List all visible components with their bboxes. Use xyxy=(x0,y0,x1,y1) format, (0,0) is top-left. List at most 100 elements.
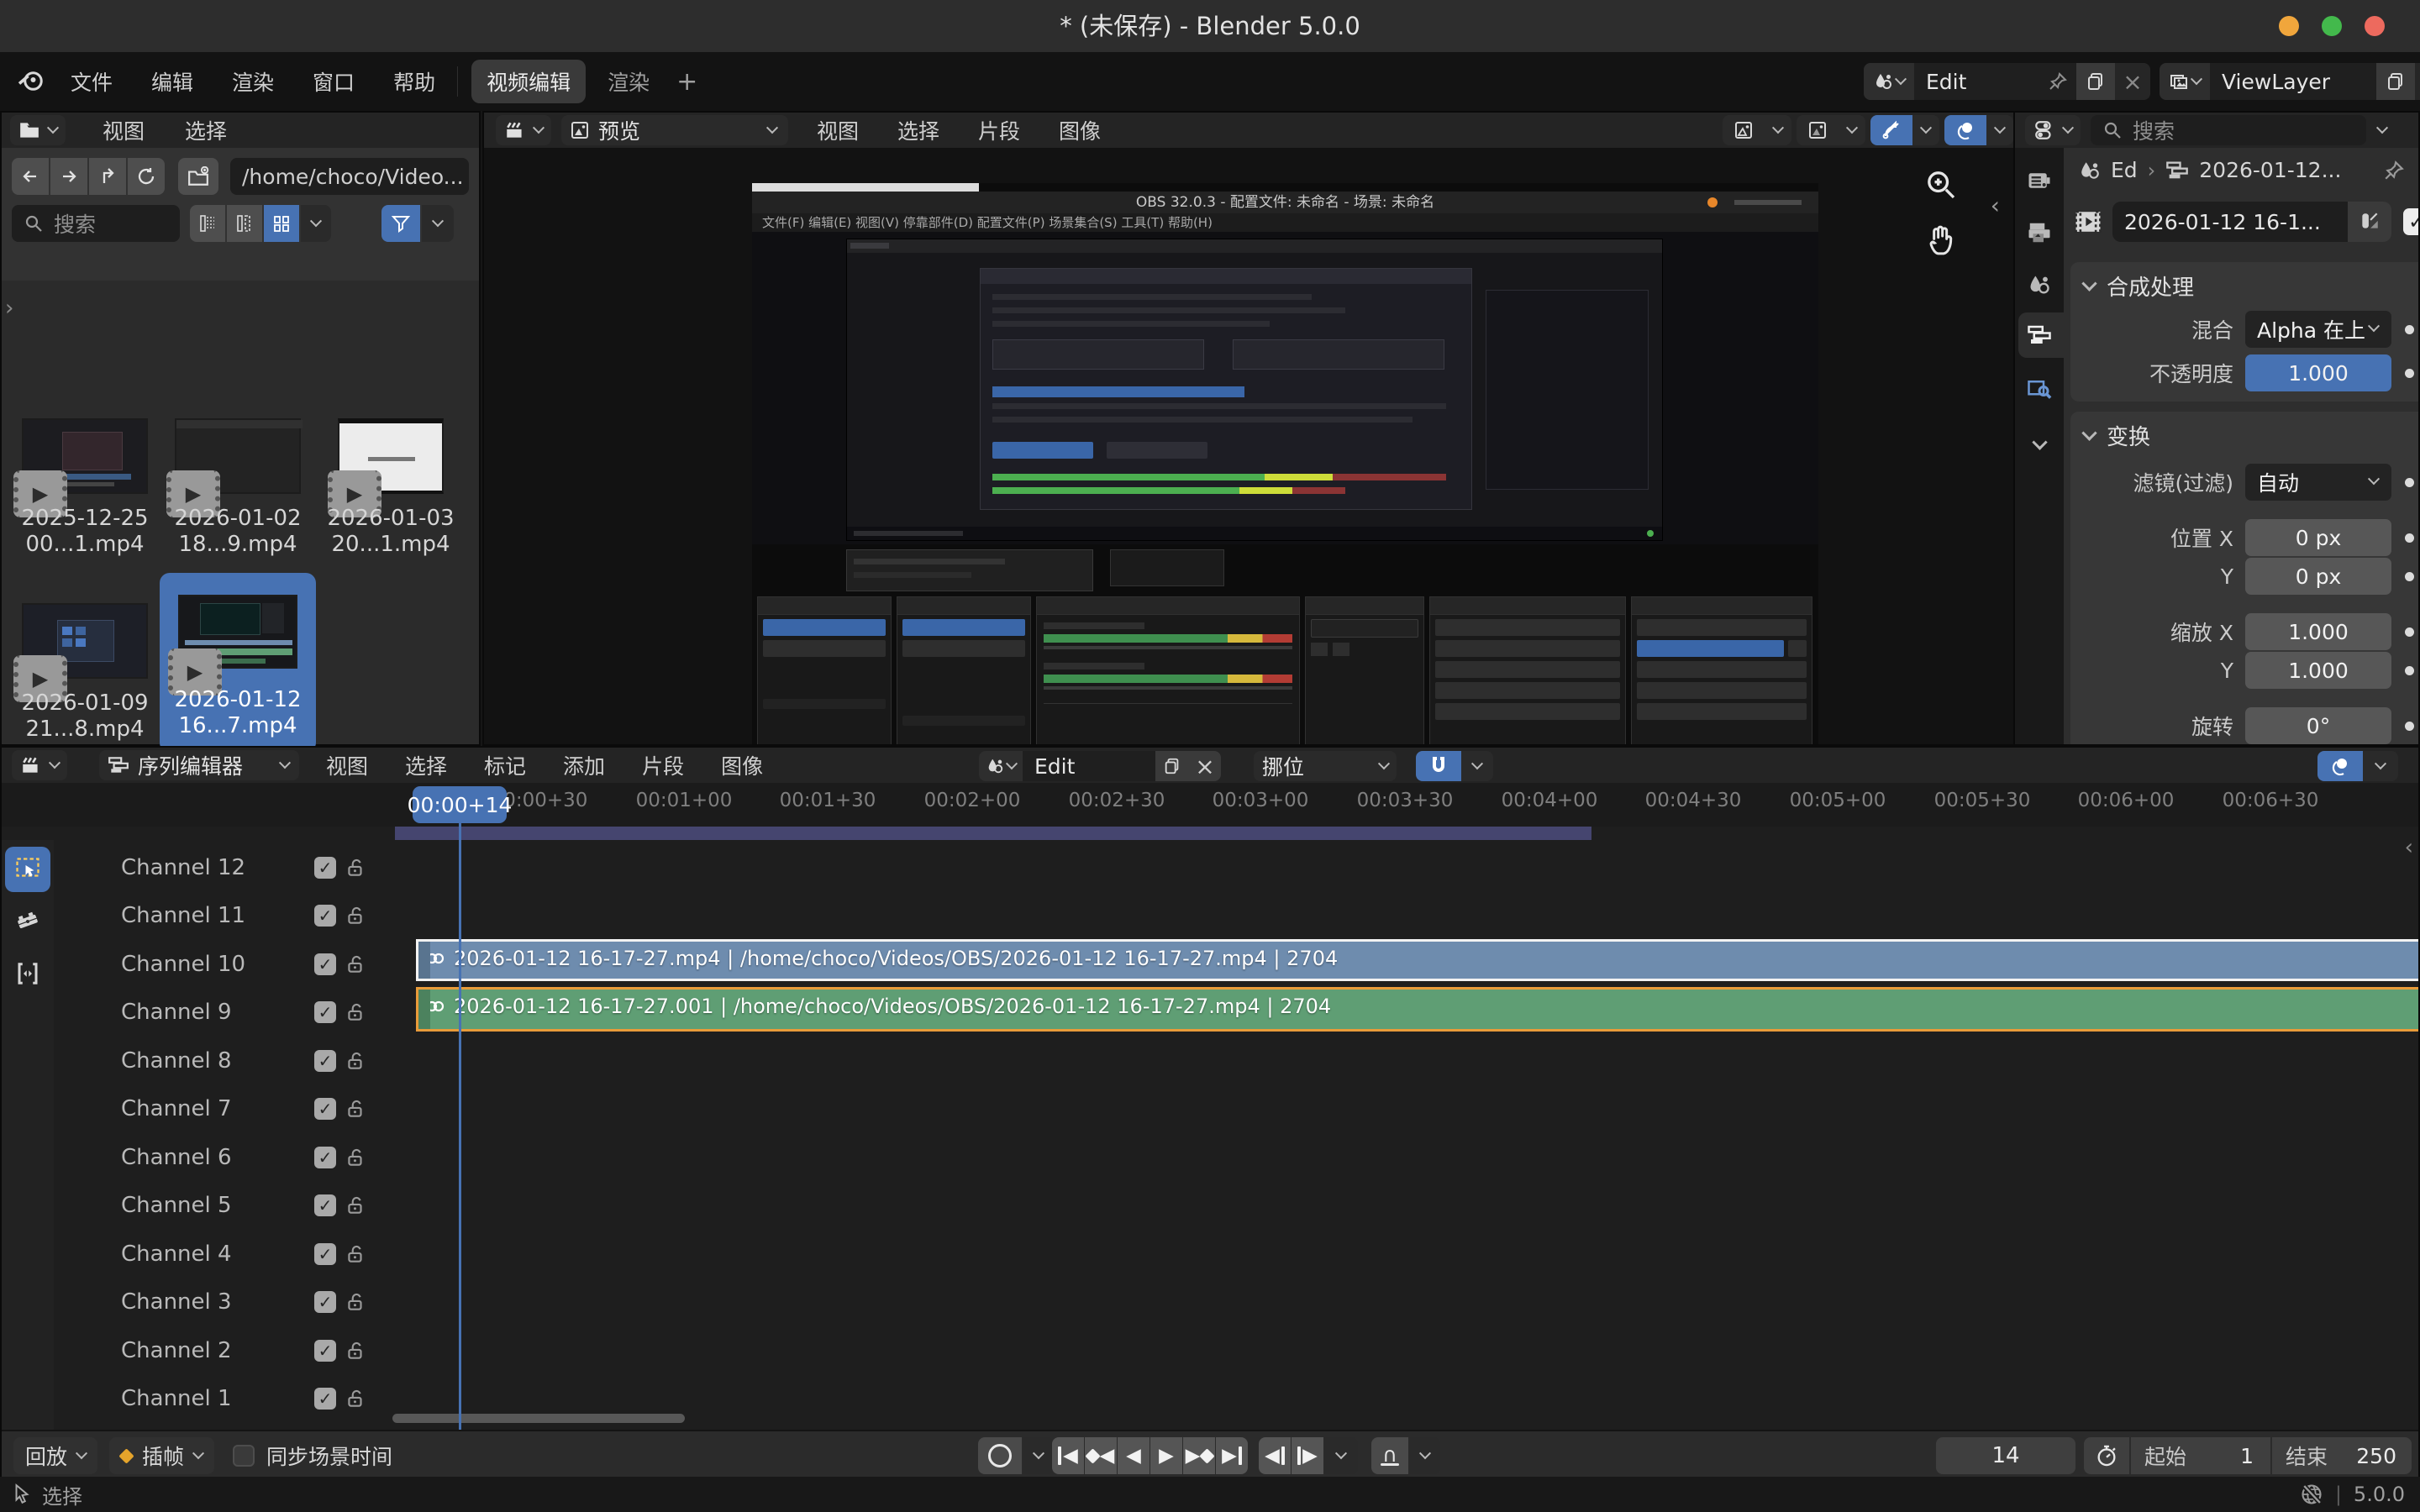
playback-popover[interactable]: 回放 xyxy=(13,1437,97,1474)
channel-row[interactable]: Channel 6✓ xyxy=(54,1133,390,1182)
channel-visibility-checkbox[interactable]: ✓ xyxy=(314,1147,336,1168)
sequencer-view-dropdown[interactable]: 序列编辑器 xyxy=(99,750,299,780)
unlock-icon[interactable] xyxy=(345,1291,366,1313)
panel-collapse-chevron[interactable] xyxy=(2081,425,2096,440)
channel-row[interactable]: Channel 1✓ xyxy=(54,1375,390,1424)
unlock-icon[interactable] xyxy=(345,1098,366,1120)
animate-dot[interactable] xyxy=(2405,478,2414,487)
maximize-button[interactable] xyxy=(2322,16,2342,36)
panel-title[interactable]: 变换 xyxy=(2107,420,2150,451)
stopwatch-icon[interactable] xyxy=(2084,1437,2129,1474)
minimize-button[interactable] xyxy=(2279,16,2299,36)
channel-row[interactable]: Channel 2✓ xyxy=(54,1326,390,1375)
display-thumbnails-button[interactable] xyxy=(264,205,299,242)
overlap-mode-dropdown[interactable]: 挪位 xyxy=(1254,751,1397,781)
animate-dot[interactable] xyxy=(2405,666,2414,675)
snap-dropdown[interactable] xyxy=(1461,751,1493,781)
unlock-icon[interactable] xyxy=(345,953,366,975)
animate-dot[interactable] xyxy=(2405,533,2414,543)
scene-name[interactable]: Edit xyxy=(1914,63,2076,100)
keying-popover[interactable]: 插帧 xyxy=(109,1437,214,1474)
tool-retime[interactable] xyxy=(5,951,50,996)
snap-magnet-icon[interactable] xyxy=(1416,751,1461,781)
file-item[interactable]: ▶ 2025-12-25 00...1.mp4 xyxy=(13,398,156,583)
current-frame-field[interactable]: 14 xyxy=(1936,1437,2075,1474)
blender-logo-icon[interactable] xyxy=(17,67,47,96)
path-field[interactable]: /home/choco/Video... xyxy=(230,158,469,195)
unlock-icon[interactable] xyxy=(345,905,366,927)
forward-button[interactable] xyxy=(50,158,87,195)
channel-row[interactable]: Channel 11✓ xyxy=(54,892,390,941)
play-reverse-button[interactable]: ◀ xyxy=(1118,1437,1150,1474)
seq-menu-strip[interactable]: 片段 xyxy=(634,745,692,785)
new-scene-button[interactable] xyxy=(1155,751,1189,781)
tool-select-box[interactable] xyxy=(5,847,50,892)
editor-type-sequencer-button[interactable] xyxy=(496,115,551,145)
unlock-icon[interactable] xyxy=(345,1194,366,1216)
fb-menu-select[interactable]: 选择 xyxy=(176,110,235,150)
channel-row[interactable]: Channel 10✓ xyxy=(54,940,390,989)
workspace-tab-video-editing[interactable]: 视频编辑 xyxy=(471,60,586,103)
unlink-button[interactable]: × xyxy=(1189,751,1221,781)
tab-render[interactable] xyxy=(2020,161,2059,200)
animate-dot[interactable] xyxy=(2405,627,2414,637)
frame-start-field[interactable]: 起始 1 xyxy=(2131,1437,2270,1474)
channel-row[interactable]: Channel 9✓ xyxy=(54,989,390,1037)
back-button[interactable] xyxy=(12,158,49,195)
overlays-dropdown[interactable] xyxy=(1944,115,2013,145)
channel-row[interactable]: Channel 4✓ xyxy=(54,1230,390,1278)
seq-menu-select[interactable]: 选择 xyxy=(397,745,455,785)
filter-dropdown[interactable]: 自动 xyxy=(2245,464,2391,501)
region-expand-arrow[interactable]: › xyxy=(5,296,13,321)
channel-row[interactable]: Channel 12✓ xyxy=(54,843,390,892)
opacity-slider[interactable]: 1.000 xyxy=(2245,354,2391,391)
prev-keyframe-button[interactable]: ◀ xyxy=(1085,1437,1117,1474)
panel-title[interactable]: 合成处理 xyxy=(2107,270,2194,302)
display-vertical-list-button[interactable] xyxy=(190,205,225,242)
fake-user-button[interactable] xyxy=(2348,202,2391,242)
new-folder-button[interactable] xyxy=(178,158,218,195)
timeline-area[interactable]: 00:00+30 00:01+00 00:01+30 00:02+00 00:0… xyxy=(2,783,2418,1430)
channel-visibility-checkbox[interactable]: ✓ xyxy=(314,1291,336,1313)
filter-dropdown[interactable] xyxy=(422,205,454,242)
sync-checkbox[interactable] xyxy=(233,1445,255,1467)
channel-visibility-checkbox[interactable]: ✓ xyxy=(314,1001,336,1023)
gizmos-dropdown[interactable] xyxy=(1870,115,1939,145)
channel-visibility-checkbox[interactable]: ✓ xyxy=(314,953,336,975)
panel-grip[interactable]: ···· xyxy=(2417,426,2418,446)
new-viewlayer-button[interactable] xyxy=(2376,63,2415,100)
file-item[interactable]: ▶ 2026-01-09 21...8.mp4 xyxy=(13,583,156,768)
video-strip[interactable]: 2026-01-12 16-17-27.mp4 | /home/choco/Vi… xyxy=(416,939,2418,981)
new-scene-button[interactable] xyxy=(2076,63,2115,100)
viewlayer-icon[interactable] xyxy=(2160,63,2210,100)
editor-type-sequencer-button[interactable] xyxy=(12,750,67,780)
pos-y-field[interactable]: 0 px xyxy=(2245,558,2391,595)
overlay-dropdown[interactable] xyxy=(2363,751,2398,781)
channel-visibility-checkbox[interactable]: ✓ xyxy=(314,1243,336,1265)
blend-mode-dropdown[interactable]: Alpha 在上 xyxy=(2245,311,2391,348)
channel-visibility-checkbox[interactable]: ✓ xyxy=(314,1050,336,1072)
region-collapse-arrow[interactable]: ‹ xyxy=(2405,835,2413,860)
menu-edit[interactable]: 编辑 xyxy=(143,61,202,102)
channel-visibility-checkbox[interactable]: ✓ xyxy=(314,1388,336,1410)
display-horizontal-list-button[interactable] xyxy=(227,205,262,242)
seq-menu-marker[interactable]: 标记 xyxy=(476,745,534,785)
seq-scene-name[interactable]: Edit xyxy=(1023,751,1155,781)
step-forward-button[interactable]: ▶ xyxy=(1292,1437,1323,1474)
panel-grip[interactable]: ···· xyxy=(2417,276,2418,297)
next-keyframe-button[interactable]: ▶ xyxy=(1183,1437,1215,1474)
play-button[interactable]: ▶ xyxy=(1150,1437,1182,1474)
jump-to-start-button[interactable]: ◀ xyxy=(1052,1437,1084,1474)
tab-strip[interactable] xyxy=(2020,316,2059,354)
channel-visibility-checkbox[interactable]: ✓ xyxy=(314,857,336,879)
record-dropdown[interactable] xyxy=(1023,1437,1054,1474)
panel-collapse-chevron[interactable] xyxy=(2081,276,2096,291)
playhead-line[interactable] xyxy=(459,820,461,1430)
record-button[interactable] xyxy=(978,1437,1022,1474)
tab-scene[interactable] xyxy=(2020,265,2059,304)
channel-row[interactable]: Channel 7✓ xyxy=(54,1085,390,1134)
overlays-icon[interactable] xyxy=(2317,751,2363,781)
unlock-icon[interactable] xyxy=(345,1147,366,1168)
menu-help[interactable]: 帮助 xyxy=(385,61,444,102)
animate-dot[interactable] xyxy=(2405,325,2414,334)
